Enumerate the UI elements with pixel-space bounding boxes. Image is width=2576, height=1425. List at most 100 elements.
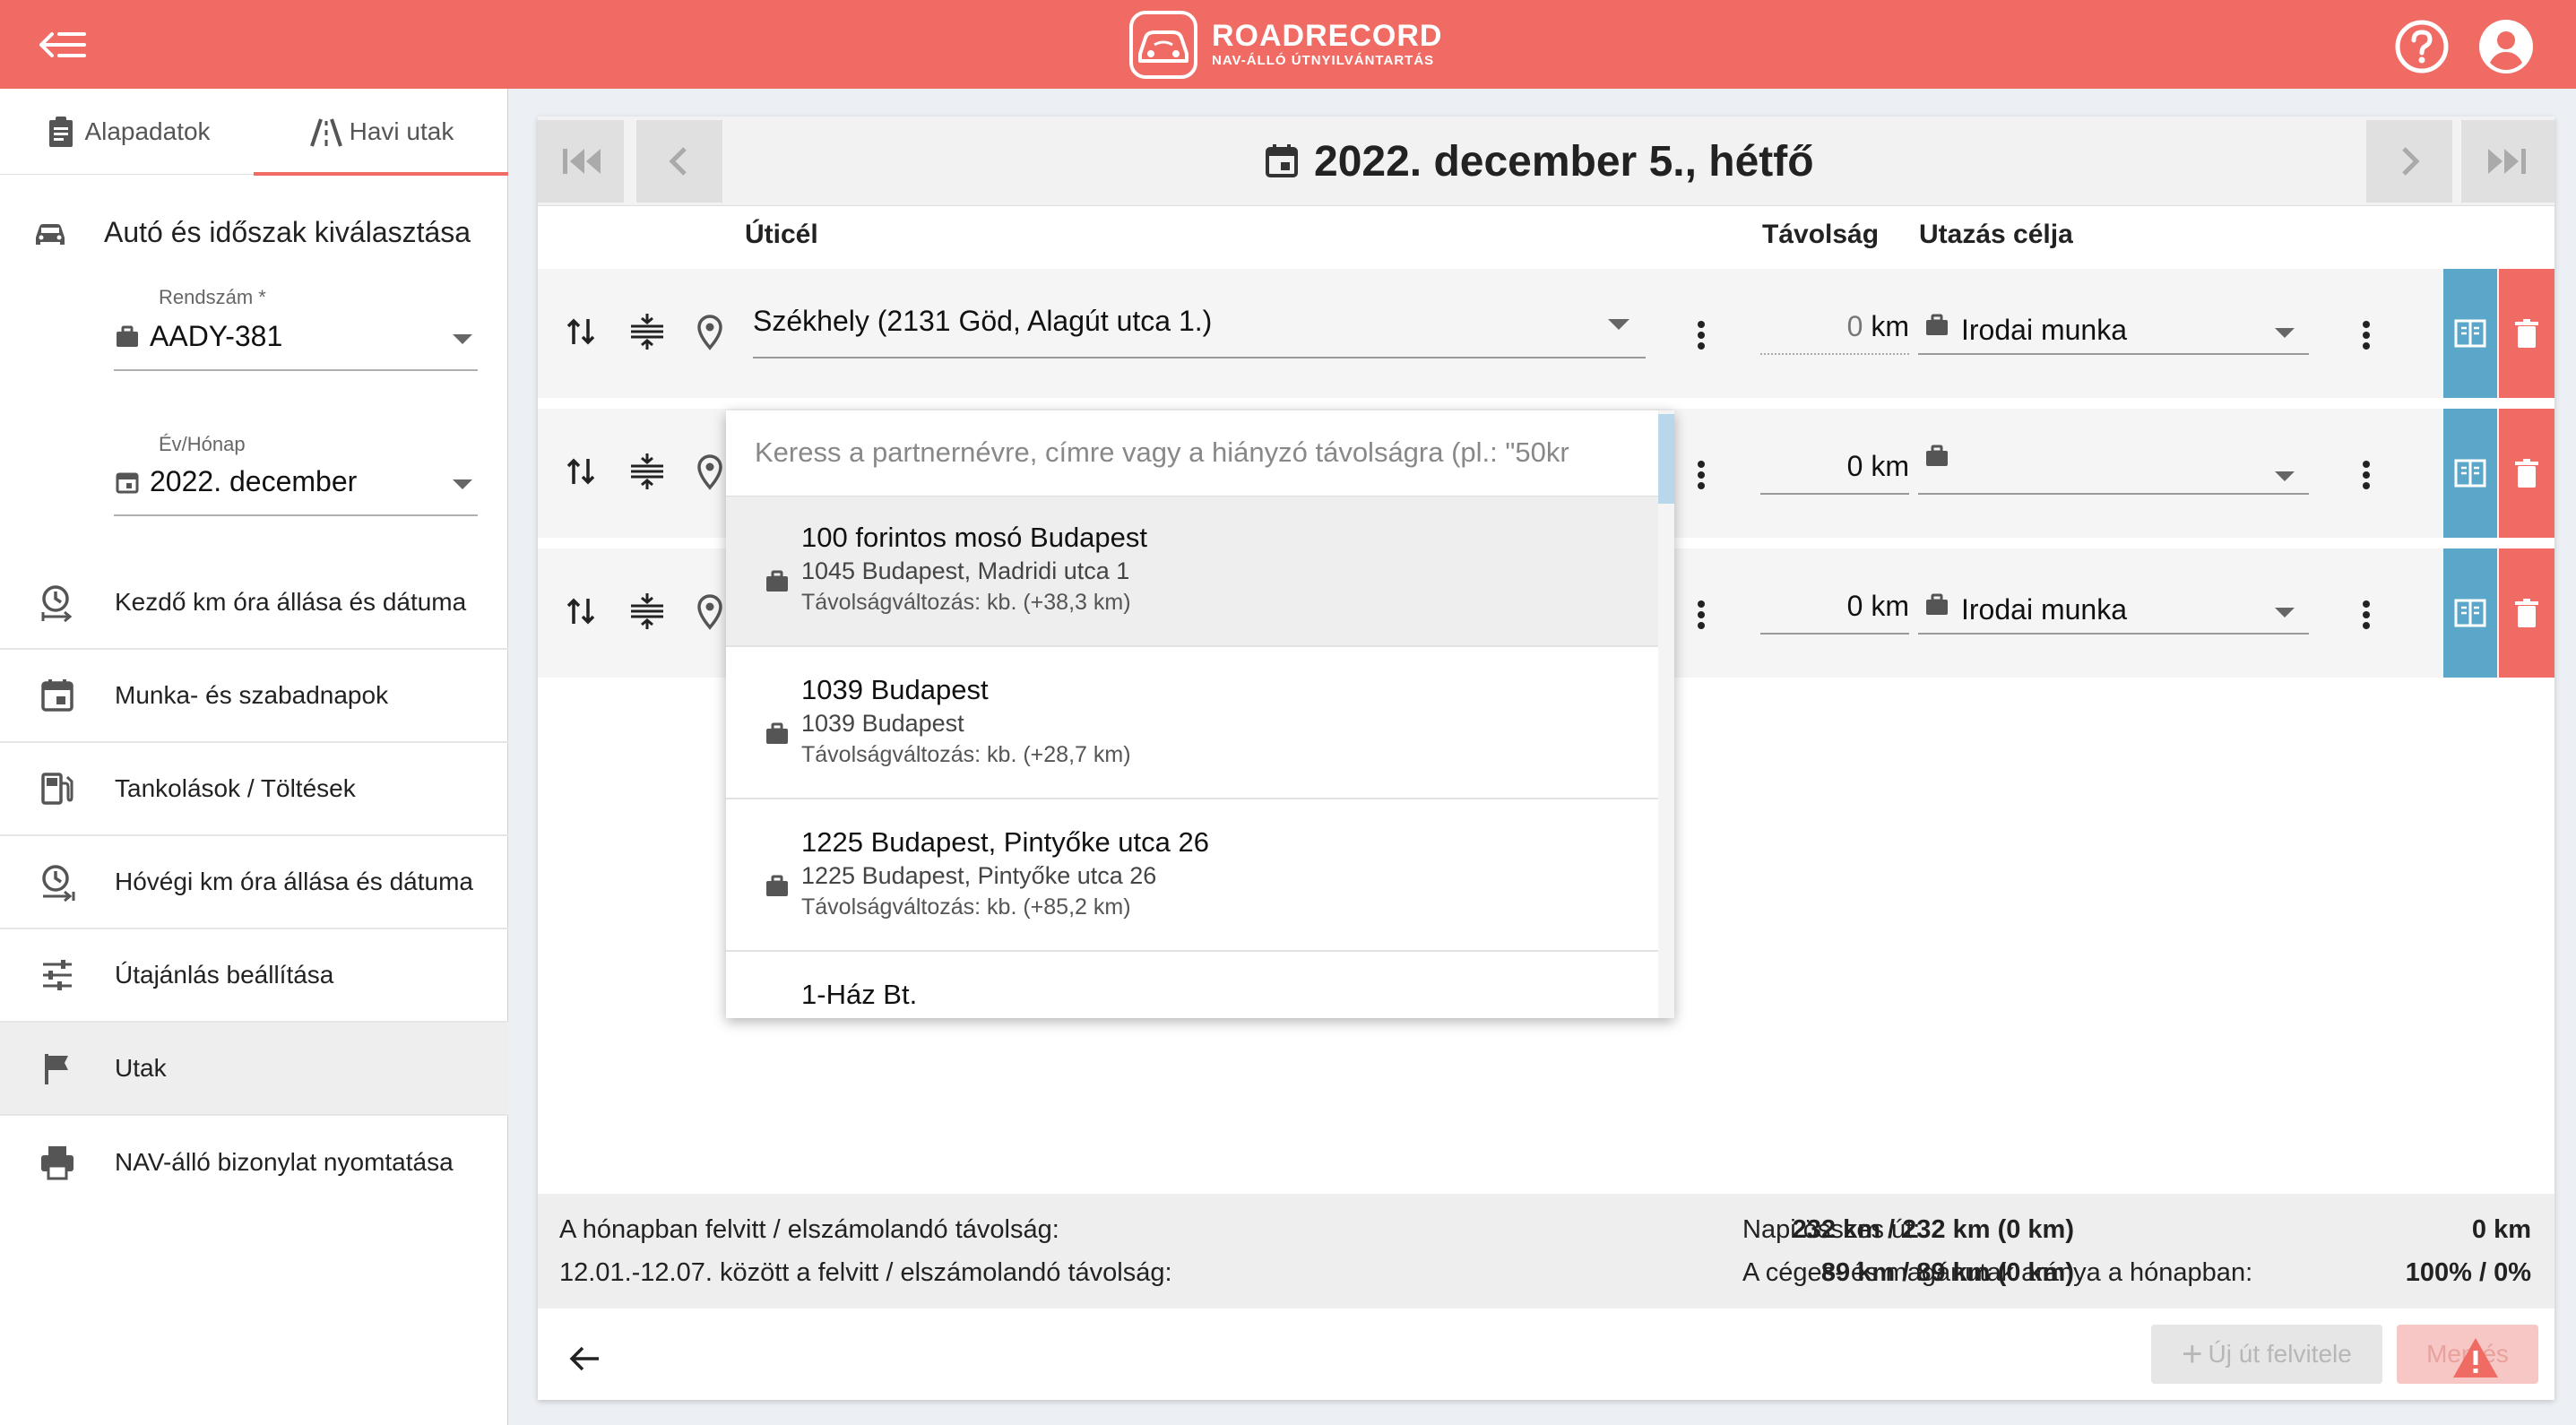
option-distance-change: Távolságváltozás: kb. (+85,2 km)	[801, 894, 1131, 920]
destination-value: Székhely (2131 Göd, Alagút utca 1.)	[753, 305, 1213, 337]
last-day-button[interactable]	[2461, 120, 2554, 203]
autocomplete-option[interactable]: 100 forintos mosó Budapest 1045 Budapest…	[726, 497, 1658, 647]
scrollbar-thumb[interactable]	[1658, 414, 1674, 504]
swap-vertical-icon[interactable]	[561, 592, 601, 631]
chevron-down-icon	[453, 334, 472, 344]
distance-field[interactable]: 0 km	[1760, 450, 1909, 495]
purpose-select[interactable]	[1918, 436, 2309, 495]
more-vert-icon[interactable]	[1681, 315, 1721, 355]
autocomplete-option[interactable]: 1-Ház Bt.	[726, 954, 1658, 1018]
previous-day-button[interactable]	[636, 120, 722, 203]
sidebar-item-route-suggestions[interactable]: Útajánlás beállítása	[0, 929, 508, 1023]
summary-panel: A hónapban felvitt / elszámolandó távols…	[538, 1194, 2554, 1308]
car-period-section: Autó és időszak kiválasztása	[0, 205, 508, 259]
plate-label: Rendszám *	[159, 286, 266, 308]
more-vert-icon[interactable]	[2347, 595, 2386, 635]
printer-icon	[41, 1146, 73, 1180]
daily-total-value: 0 km	[2471, 1215, 2531, 1244]
copy-trip-button[interactable]	[2443, 409, 2497, 538]
delete-trip-button[interactable]	[2499, 409, 2554, 538]
road-icon	[309, 118, 342, 147]
delete-trip-button[interactable]	[2499, 269, 2554, 398]
flag-icon	[45, 1054, 68, 1084]
distance-unit: km	[1871, 310, 1909, 342]
location-pin-icon[interactable]	[690, 312, 730, 351]
period-value-row: 2022. december	[114, 465, 357, 498]
more-vert-icon[interactable]	[1681, 455, 1721, 495]
account-icon[interactable]	[2477, 18, 2535, 75]
swap-vertical-icon[interactable]	[561, 452, 601, 491]
trash-icon	[2515, 319, 2538, 348]
sliders-icon	[43, 960, 72, 990]
trash-icon	[2515, 459, 2538, 488]
distance-field[interactable]: 0 km	[1760, 590, 1909, 635]
date-navigation-bar: 2022. december 5., hétfő	[538, 117, 2554, 206]
purpose-value: Irodai munka	[1961, 314, 2127, 346]
autocomplete-option[interactable]: 1225 Budapest, Pintyőke utca 26 1225 Bud…	[726, 801, 1658, 952]
app-logo[interactable]: ROADRECORD NAV-ÁLLÓ ÚTNYILVÁNTARTÁS	[1128, 9, 1442, 81]
swap-vertical-icon[interactable]	[561, 312, 601, 351]
period-select[interactable]: Év/Hónap 2022. december	[114, 426, 478, 516]
briefcase-icon	[1926, 314, 1948, 335]
help-icon[interactable]	[2393, 18, 2451, 75]
purpose-select[interactable]: Irodai munka	[1918, 584, 2309, 635]
daily-total-label: Napi összes út:	[1742, 1215, 1921, 1244]
calendar-icon	[41, 679, 73, 712]
arrow-left-icon[interactable]	[565, 1339, 604, 1378]
collapse-menu-icon[interactable]	[36, 25, 90, 65]
copy-trip-button[interactable]	[2443, 269, 2497, 398]
location-pin-icon[interactable]	[690, 592, 730, 631]
chevron-right-icon	[2402, 147, 2420, 176]
briefcase-icon	[766, 875, 788, 896]
car-logo-icon	[1129, 11, 1197, 79]
sidebar-item-label: Útajánlás beállítása	[115, 961, 334, 989]
column-header-purpose: Utazás célja	[1919, 220, 2073, 249]
split-row-icon[interactable]	[627, 452, 667, 491]
distance-value: 0	[1846, 450, 1863, 482]
split-row-icon[interactable]	[627, 312, 667, 351]
sidebar-item-trips[interactable]: Utak	[0, 1023, 508, 1116]
destination-select[interactable]: Székhely (2131 Göd, Alagút utca 1.)	[753, 269, 1646, 358]
current-date-title: 2022. december 5., hétfő	[1262, 117, 1814, 206]
option-name: 1-Ház Bt.	[801, 979, 918, 1010]
copy-icon	[2454, 459, 2486, 488]
next-day-button[interactable]	[2366, 120, 2452, 203]
split-row-icon[interactable]	[627, 592, 667, 631]
copy-trip-button[interactable]	[2443, 548, 2497, 678]
sidebar-item-start-odometer[interactable]: Kezdő km óra állása és dátuma	[0, 557, 508, 650]
clipboard-icon	[49, 117, 73, 147]
more-vert-icon[interactable]	[1681, 595, 1721, 635]
delete-trip-button[interactable]	[2499, 548, 2554, 678]
briefcase-icon	[1926, 445, 1948, 466]
more-vert-icon[interactable]	[2347, 315, 2386, 355]
trip-ratio-label: A céges- és magánutak aránya a hónapban:	[1742, 1258, 2253, 1287]
sidebar-item-refuels[interactable]: Tankolások / Töltések	[0, 743, 508, 836]
plate-select[interactable]: Rendszám * AADY-381	[114, 281, 478, 371]
chevron-down-icon	[2275, 328, 2295, 338]
distance-field[interactable]: 0 km	[1760, 310, 1909, 355]
autocomplete-option[interactable]: 1039 Budapest 1039 Budapest Távolságvált…	[726, 649, 1658, 799]
location-pin-icon[interactable]	[690, 452, 730, 491]
more-vert-icon[interactable]	[2347, 455, 2386, 495]
sidebar-item-workdays[interactable]: Munka- és szabadnapok	[0, 650, 508, 743]
section-title: Autó és időszak kiválasztása	[104, 215, 471, 248]
first-day-button[interactable]	[538, 120, 624, 203]
autocomplete-search	[726, 410, 1674, 497]
distance-value: 0	[1846, 590, 1863, 622]
tab-monthly-trips[interactable]: Havi utak	[254, 89, 508, 175]
sidebar-item-end-odometer[interactable]: Hóvégi km óra állása és dátuma	[0, 836, 508, 929]
sidebar-item-print[interactable]: NAV-álló bizonylat nyomtatása	[0, 1116, 508, 1209]
date-text: 2022. december 5., hétfő	[1314, 137, 1814, 186]
dropdown-scrollbar[interactable]	[1658, 410, 1674, 1018]
new-trip-button[interactable]: + Új út felvitele	[2151, 1325, 2382, 1384]
destination-search-input[interactable]	[753, 430, 1604, 475]
plate-value: AADY-381	[150, 320, 283, 352]
option-name: 1039 Budapest	[801, 674, 989, 705]
copy-icon	[2454, 319, 2486, 348]
tab-basic-data[interactable]: Alapadatok	[0, 89, 254, 175]
option-address: 1039 Budapest	[801, 710, 964, 737]
sidebar-item-label: NAV-álló bizonylat nyomtatása	[115, 1148, 454, 1176]
sidebar-item-label: Hóvégi km óra állása és dátuma	[115, 868, 473, 895]
sidebar-tabs: Alapadatok Havi utak	[0, 89, 508, 176]
purpose-select[interactable]: Irodai munka	[1918, 305, 2309, 355]
